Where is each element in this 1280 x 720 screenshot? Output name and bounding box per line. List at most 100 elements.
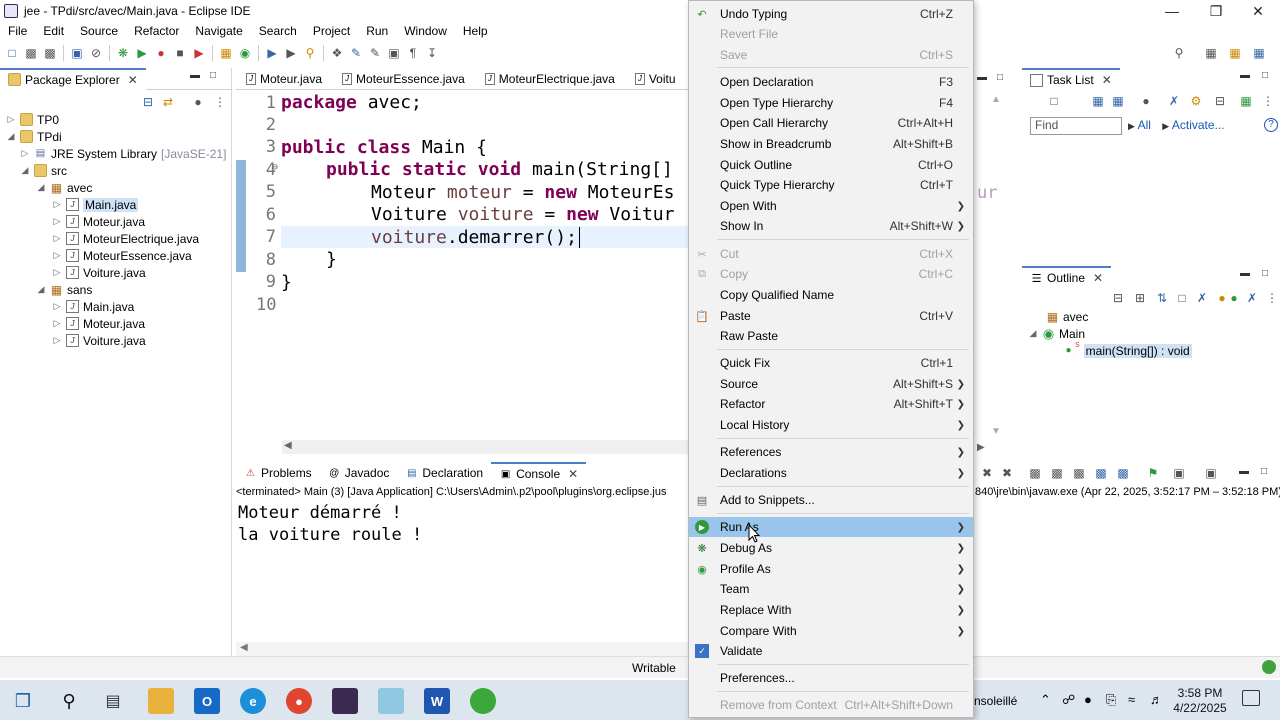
scroll-left-icon[interactable]: ◀ — [240, 642, 248, 653]
maximize-editor-icon[interactable]: □ — [997, 72, 1003, 83]
open-console-icon[interactable]: ▣ — [1203, 465, 1219, 481]
network-icon[interactable]: ☍ — [1062, 692, 1075, 708]
windows-start-icon[interactable]: ❒ — [10, 688, 36, 714]
menu-navigate[interactable]: Navigate — [187, 24, 250, 38]
tab-outline[interactable]: ☰ Outline ✕ — [1022, 266, 1112, 288]
menu-item-debug-as[interactable]: ❋ Debug As ❯ — [689, 538, 973, 558]
all-link[interactable]: All — [1138, 118, 1151, 132]
chevron-right-icon[interactable]: ▷ — [20, 148, 30, 159]
weather-widget[interactable]: nsoleillé — [974, 694, 1017, 708]
chrome-icon[interactable]: ● — [286, 688, 312, 714]
editor-tab-moteurelectrique[interactable]: J MoteurElectrique.java — [475, 72, 625, 86]
menu-item-run-as[interactable]: ▶ Run As ❯ — [689, 517, 973, 537]
scroll-down-icon[interactable]: ▼ — [991, 426, 1001, 437]
word-wrap-icon[interactable]: ▣ — [386, 45, 402, 61]
file-explorer-icon[interactable] — [148, 688, 174, 714]
menu-item-open-type-hierarchy[interactable]: Open Type Hierarchy F4 — [689, 93, 973, 113]
maximize-view-icon[interactable]: □ — [1262, 70, 1268, 81]
tree-item-tpdi[interactable]: ◢ TPdi — [6, 128, 62, 145]
next-annotation-icon[interactable]: ↧ — [424, 45, 440, 61]
menu-item-references[interactable]: References ❯ — [689, 442, 973, 462]
new-task-icon[interactable]: □ — [1046, 93, 1062, 109]
chevron-down-icon[interactable]: ◢ — [1028, 328, 1038, 339]
link-icon[interactable]: ✗ — [1244, 290, 1260, 306]
tab-problems[interactable]: ⚠ Problems — [236, 462, 320, 484]
remove-launch-icon[interactable]: ✖ — [979, 465, 995, 481]
tree-item-avec-main[interactable]: ▷ J Main.java — [52, 196, 139, 213]
menu-item-paste[interactable]: 📋 Paste Ctrl+V — [689, 306, 973, 326]
scroll-left-icon[interactable]: ◀ — [284, 440, 292, 451]
menu-file[interactable]: File — [0, 24, 35, 38]
link-with-editor-icon[interactable]: ⇄ — [160, 94, 176, 110]
close-icon[interactable]: ✕ — [1093, 271, 1103, 285]
chevron-down-icon[interactable]: ◢ — [20, 165, 30, 176]
view-menu-icon[interactable]: ⋮ — [1260, 93, 1276, 109]
menu-item-profile-as[interactable]: ◉ Profile As ❯ — [689, 559, 973, 579]
chevron-right-icon[interactable]: ▷ — [52, 250, 62, 261]
minimize-view-icon[interactable]: ▬ — [1240, 70, 1250, 81]
tree-item-avec-moteur[interactable]: ▷ J Moteur.java — [52, 213, 146, 230]
tab-console[interactable]: ▣ Console ✕ — [491, 462, 587, 484]
scheduled-icon[interactable]: ▦ — [1110, 93, 1126, 109]
menu-edit[interactable]: Edit — [35, 24, 72, 38]
task-find-input[interactable]: Find — [1030, 117, 1122, 135]
scroll-lock-icon[interactable]: ▩ — [1049, 465, 1065, 481]
maximize-view-icon[interactable]: □ — [1262, 268, 1268, 279]
tree-item-avec-moteurelectrique[interactable]: ▷ J MoteurElectrique.java — [52, 230, 200, 247]
menu-item-preferences[interactable]: Preferences... — [689, 668, 973, 688]
close-button[interactable]: ✕ — [1236, 0, 1280, 22]
block-selection-icon[interactable]: ✎ — [367, 45, 383, 61]
filter-icon[interactable]: ● — [190, 94, 206, 110]
search-icon[interactable]: ⚲ — [1171, 45, 1187, 61]
sync-icon[interactable]: ⚙ — [1188, 93, 1204, 109]
menu-item-undo-typing[interactable]: ↶ Undo Typing Ctrl+Z — [689, 4, 973, 24]
clear-console-icon[interactable]: ▩ — [1027, 465, 1043, 481]
close-icon[interactable]: ✕ — [568, 467, 578, 481]
chevron-right-icon[interactable]: ▷ — [52, 216, 62, 227]
java-ee-perspective-icon[interactable]: ▦ — [1227, 45, 1243, 61]
remove-all-icon[interactable]: ✖ — [999, 465, 1015, 481]
tab-declaration[interactable]: ▤ Declaration — [397, 462, 491, 484]
scroll-up-icon[interactable]: ▲ — [991, 94, 1001, 105]
focus-icon[interactable]: ✗ — [1166, 93, 1182, 109]
minimize-button[interactable]: — — [1150, 0, 1194, 22]
menu-item-open-call-hierarchy[interactable]: Open Call Hierarchy Ctrl+Alt+H — [689, 113, 973, 133]
toggle-breadcrumb-icon[interactable]: ❖ — [329, 45, 345, 61]
java-perspective-icon[interactable]: ▦ — [1251, 45, 1267, 61]
word-wrap-icon[interactable]: ▩ — [1071, 465, 1087, 481]
maximize-view-icon[interactable]: □ — [1261, 466, 1267, 477]
open-type-icon[interactable]: ▶ — [264, 45, 280, 61]
new-icon[interactable]: □ — [4, 45, 20, 61]
hide-completed-icon[interactable]: ● — [1138, 93, 1154, 109]
menu-help[interactable]: Help — [455, 24, 496, 38]
code-editor[interactable]: 1 2 3 4 ⊖ 5 6 7 8 9 10 package avec; pub… — [236, 92, 688, 440]
activate-link[interactable]: Activate... — [1172, 118, 1225, 132]
tree-item-src[interactable]: ◢ src — [20, 162, 67, 179]
show-hidden-icons-icon[interactable]: ⌃ — [1040, 692, 1051, 708]
scroll-right-icon[interactable]: ▶ — [977, 442, 985, 453]
outlook-icon[interactable]: O — [194, 688, 220, 714]
collapse-icon[interactable]: ⊟ — [1212, 93, 1228, 109]
save-all-icon[interactable]: ▩ — [42, 45, 58, 61]
menu-run[interactable]: Run — [358, 24, 396, 38]
open-perspective-icon[interactable]: ▦ — [1203, 45, 1219, 61]
menu-project[interactable]: Project — [305, 24, 358, 38]
menu-source[interactable]: Source — [72, 24, 126, 38]
tab-javadoc[interactable]: @ Javadoc — [320, 462, 398, 484]
menu-item-declarations[interactable]: Declarations ❯ — [689, 463, 973, 483]
volume-icon[interactable]: ♬ — [1150, 692, 1163, 707]
pin-console-icon[interactable]: ⚑ — [1145, 465, 1161, 481]
close-icon[interactable]: ✕ — [128, 73, 138, 87]
menu-item-open-with[interactable]: Open With ❯ — [689, 196, 973, 216]
expand-icon[interactable]: ⊞ — [1132, 290, 1148, 306]
collapse-all-icon[interactable]: ⊟ — [1110, 290, 1126, 306]
tree-item-sans-main[interactable]: ▷ J Main.java — [52, 298, 135, 315]
menu-item-local-history[interactable]: Local History ❯ — [689, 415, 973, 435]
tree-item-jre[interactable]: ▷ ▤ JRE System Library [JavaSE-21] — [20, 145, 227, 162]
tree-item-sans-moteur[interactable]: ▷ J Moteur.java — [52, 315, 146, 332]
menu-item-source[interactable]: Source Alt+Shift+S ❯ — [689, 374, 973, 394]
hide-local-types-icon[interactable]: ● — [1226, 290, 1242, 306]
minimize-editor-icon[interactable]: ▬ — [977, 72, 987, 83]
show-stderr-icon[interactable]: ▩ — [1115, 465, 1131, 481]
fold-icon[interactable]: ⊖ — [272, 162, 278, 173]
